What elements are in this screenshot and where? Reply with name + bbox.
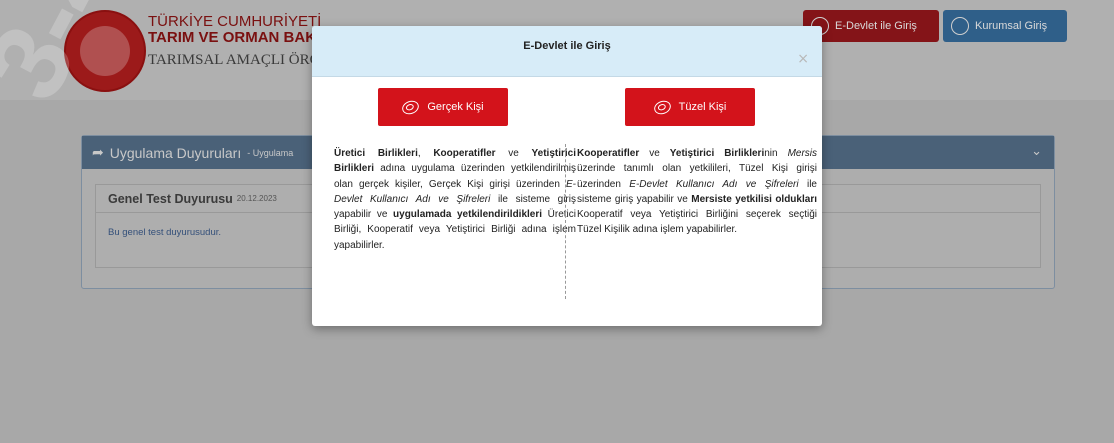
edevlet-icon bbox=[400, 97, 422, 117]
text-italic: Mersis bbox=[787, 148, 818, 159]
edevlet-icon bbox=[651, 97, 673, 117]
text: ve bbox=[639, 148, 670, 159]
announcement-date: 20.12.2023 bbox=[236, 194, 277, 203]
text-bold: Mersiste yetkilisi oldukları bbox=[691, 193, 817, 205]
edevlet-login-label: E-Devlet ile Giriş bbox=[835, 20, 917, 32]
modal-header: E-Devlet ile Giriş × bbox=[312, 26, 822, 77]
kurumsal-login-button[interactable]: Kurumsal Giriş bbox=[943, 10, 1067, 42]
gercek-kisi-label: Gerçek Kişi bbox=[427, 101, 484, 113]
modal-title: E-Devlet ile Giriş bbox=[523, 40, 611, 52]
column-divider bbox=[565, 144, 566, 299]
close-icon[interactable]: × bbox=[797, 52, 809, 66]
announcement-title-text: Genel Test Duyurusu bbox=[108, 191, 233, 206]
text-italic: E-Devlet Kullanıcı Adı ve Şifreleri bbox=[629, 178, 799, 190]
ministry-logo bbox=[64, 10, 146, 92]
gercek-kisi-button[interactable]: Gerçek Kişi bbox=[378, 88, 508, 126]
chevron-down-icon[interactable]: ⌄ bbox=[1031, 144, 1042, 159]
seal-icon bbox=[951, 17, 969, 35]
edevlet-login-modal: E-Devlet ile Giriş × Gerçek Kişi Tüzel K… bbox=[312, 26, 822, 326]
text: , bbox=[417, 148, 434, 159]
text-bold: uygulamada yetkilendirildikleri bbox=[393, 209, 543, 221]
text: nin bbox=[764, 148, 788, 159]
text-bold: Kooperatifler bbox=[577, 148, 640, 159]
text-bold: Kooperatifler bbox=[433, 148, 496, 159]
text-bold: Yetiştirici Birlikleri bbox=[669, 148, 765, 159]
edevlet-login-button[interactable]: E-Devlet ile Giriş bbox=[803, 10, 939, 42]
megaphone-icon: ➦ bbox=[92, 144, 104, 160]
announcements-title: Uygulama Duyuruları bbox=[109, 144, 242, 161]
text-bold: Üretici Birlikleri bbox=[334, 148, 418, 159]
tuzel-kisi-description: Kooperatifler ve Yetiştirici Birliklerin… bbox=[577, 146, 817, 238]
text: ve bbox=[495, 148, 532, 159]
text: Kooperatif veya Yetiştirici Birliğini se… bbox=[577, 209, 817, 236]
tuzel-kisi-label: Tüzel Kişi bbox=[678, 101, 727, 113]
tuzel-kisi-button[interactable]: Tüzel Kişi bbox=[625, 88, 755, 126]
kurumsal-login-label: Kurumsal Giriş bbox=[975, 20, 1048, 32]
ministry-logo-emblem bbox=[80, 26, 130, 76]
announcements-subtitle: - Uygulama bbox=[247, 147, 294, 158]
gercek-kisi-description: Üretici Birlikleri, Kooperatifler ve Yet… bbox=[334, 146, 576, 253]
